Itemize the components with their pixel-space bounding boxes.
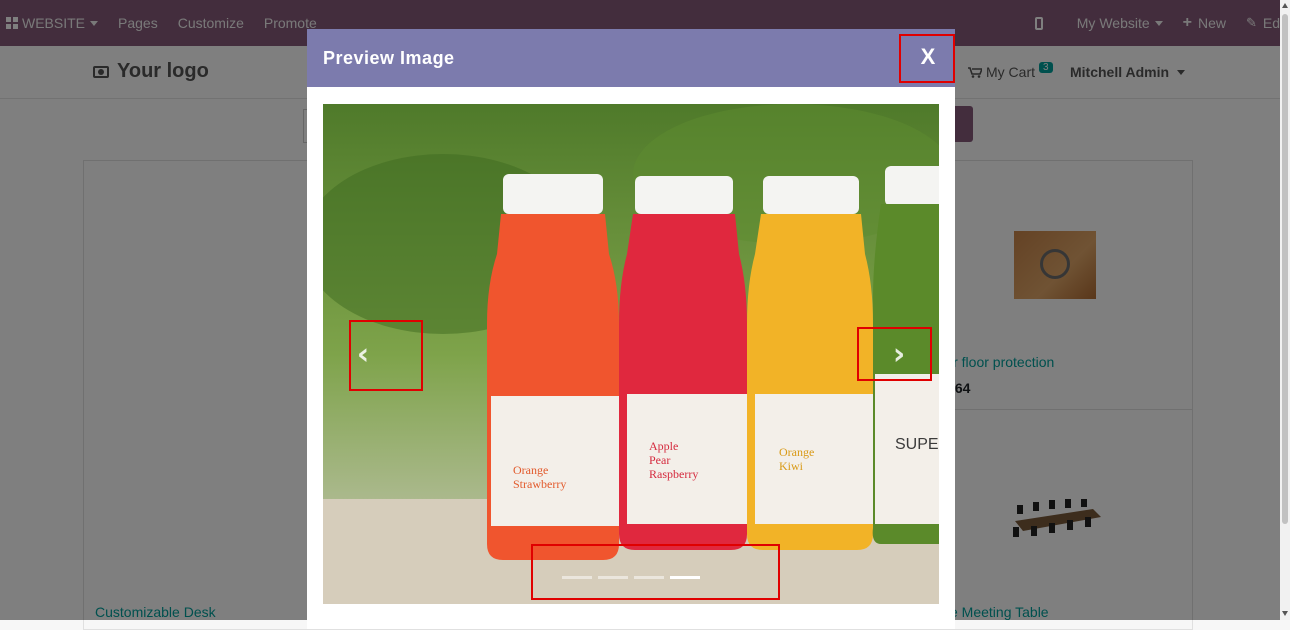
scrollbar-thumb[interactable] bbox=[1282, 14, 1288, 524]
close-button[interactable]: X bbox=[913, 35, 943, 79]
scroll-up-icon[interactable] bbox=[1282, 3, 1288, 8]
modal-title: Preview Image bbox=[323, 47, 455, 68]
chevron-right-icon: › bbox=[892, 336, 906, 372]
svg-text:Orange: Orange bbox=[513, 463, 548, 477]
svg-text:Raspberry: Raspberry bbox=[649, 467, 698, 481]
juice-bottles-photo: Orange Strawberry Apple Pear Raspberry O… bbox=[323, 104, 939, 604]
svg-text:Orange: Orange bbox=[779, 445, 814, 459]
svg-text:Apple: Apple bbox=[649, 439, 678, 453]
chevron-left-icon: ‹ bbox=[356, 336, 370, 372]
scroll-down-icon[interactable] bbox=[1282, 611, 1288, 616]
carousel-indicators bbox=[323, 576, 939, 579]
modal-header: Preview Image X bbox=[307, 29, 955, 87]
preview-image-modal: Preview Image X Orange Strawberry Apple … bbox=[307, 29, 955, 629]
svg-text:Kiwi: Kiwi bbox=[779, 459, 804, 473]
image-carousel: Orange Strawberry Apple Pear Raspberry O… bbox=[323, 104, 939, 604]
carousel-indicator-3[interactable] bbox=[634, 576, 664, 579]
svg-text:Pear: Pear bbox=[649, 453, 670, 467]
carousel-indicator-4[interactable] bbox=[670, 576, 700, 579]
page-scrollbar[interactable] bbox=[1280, 0, 1290, 620]
carousel-indicator-2[interactable] bbox=[598, 576, 628, 579]
svg-text:Strawberry: Strawberry bbox=[513, 477, 566, 491]
carousel-indicator-1[interactable] bbox=[562, 576, 592, 579]
carousel-prev-button[interactable]: ‹ bbox=[323, 104, 403, 604]
carousel-next-button[interactable]: › bbox=[859, 104, 939, 604]
